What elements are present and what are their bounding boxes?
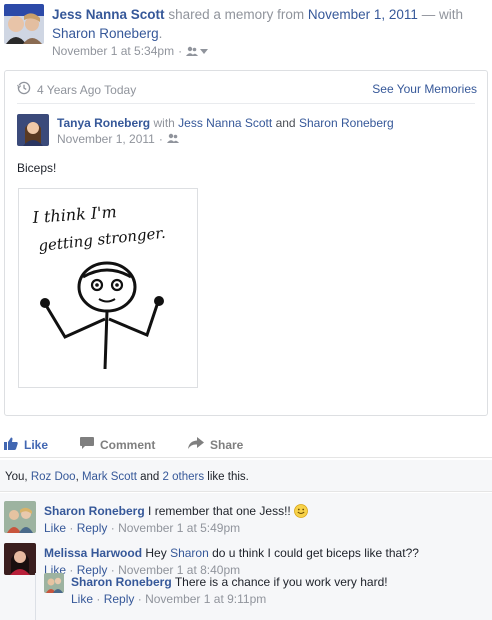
comment-label: Comment: [100, 437, 156, 452]
comment-body: Sharon Roneberg I remember that one Jess…: [44, 504, 309, 521]
comment-reply-link[interactable]: Reply: [77, 521, 108, 535]
author-name-link[interactable]: Jess Nanna Scott: [52, 7, 165, 22]
friends-icon[interactable]: [166, 132, 179, 146]
meta-dot: ·: [178, 44, 183, 58]
commenter-name-link[interactable]: Melissa Harwood: [44, 546, 142, 560]
tagged-person-link[interactable]: Sharon Roneberg: [52, 26, 159, 41]
comment-reply-link[interactable]: Reply: [104, 592, 135, 606]
comment-button[interactable]: Comment: [80, 437, 155, 452]
post-action-bar: Like Comment Share: [0, 430, 492, 458]
comment-item: Sharon Roneberg I remember that one Jess…: [4, 501, 488, 537]
liker-link[interactable]: Roz Doo: [31, 471, 76, 483]
original-post-date[interactable]: November 1, 2011: [57, 132, 155, 146]
caret-down-icon[interactable]: [200, 44, 209, 58]
thumbs-up-icon: [4, 437, 18, 453]
meta-dot: ·: [158, 132, 163, 146]
comment-text: do u think I could get biceps like that?…: [212, 546, 419, 560]
commenter-name-link[interactable]: Sharon Roneberg: [44, 504, 145, 518]
commenter-avatar[interactable]: [44, 573, 64, 593]
meta-dot: ·: [137, 592, 142, 606]
original-post-header: Tanya Roneberg with Jess Nanna Scott and…: [57, 116, 394, 130]
share-arrow-icon: [188, 437, 204, 452]
and-text: and: [140, 471, 160, 483]
comment-meta: Like · Reply · November 1 at 5:49pm: [44, 521, 240, 535]
reply-thread: Sharon Roneberg There is a chance if you…: [35, 573, 485, 620]
like-suffix: like this.: [207, 471, 249, 483]
memory-label: 4 Years Ago Today: [37, 82, 137, 97]
mention-link[interactable]: Sharon: [170, 546, 209, 560]
comment-timestamp[interactable]: November 1 at 9:11pm: [145, 592, 266, 606]
drawing-caption-line1: I think I'm: [31, 202, 117, 227]
comments-section: Sharon Roneberg I remember that one Jess…: [0, 493, 492, 620]
comment-text: Hey: [145, 546, 167, 560]
commenter-avatar[interactable]: [4, 501, 36, 533]
reply-meta: Like · Reply · November 1 at 9:11pm: [71, 592, 266, 606]
share-label: Share: [210, 437, 244, 452]
original-post-meta: November 1, 2011 ·: [57, 132, 179, 146]
comment-like-link[interactable]: Like: [44, 521, 66, 535]
share-button[interactable]: Share: [188, 437, 243, 452]
author-avatar[interactable]: [4, 4, 44, 44]
smile-emoji-icon: [294, 504, 309, 521]
comment-text: I remember that one Jess!!: [148, 504, 291, 518]
post-timestamp[interactable]: November 1 at 5:34pm: [52, 44, 174, 58]
drawing-caption-line2: getting stronger.: [38, 224, 167, 255]
with-text: with: [153, 116, 175, 130]
memory-date-link[interactable]: November 1, 2011: [308, 7, 418, 22]
and-text: and: [275, 116, 296, 130]
post-photo[interactable]: I think I'm getting stronger.: [18, 188, 198, 388]
like-button[interactable]: Like: [4, 437, 48, 453]
post-text: Biceps!: [17, 161, 57, 175]
post-header: Jess Nanna Scott shared a memory from No…: [4, 4, 488, 60]
meta-dot: ·: [110, 521, 115, 535]
clock-history-icon: [17, 81, 31, 98]
comment-like-link[interactable]: Like: [71, 592, 93, 606]
meta-dot: ·: [96, 592, 101, 606]
commenter-avatar[interactable]: [4, 543, 36, 575]
post-header-line: Jess Nanna Scott shared a memory from No…: [52, 6, 482, 24]
like-label: Like: [24, 438, 49, 452]
speech-bubble-icon: [80, 437, 94, 452]
with-text: — with: [421, 7, 463, 22]
original-author-avatar[interactable]: [17, 114, 49, 146]
see-your-memories-link[interactable]: See Your Memories: [372, 82, 477, 96]
tagged-person-link[interactable]: Sharon Roneberg: [299, 116, 394, 130]
divider: [17, 103, 475, 104]
friends-icon[interactable]: [186, 44, 209, 58]
tagged-person-link[interactable]: Jess Nanna Scott: [178, 116, 272, 130]
action-text: shared a memory from: [168, 7, 305, 22]
commenter-name-link[interactable]: Sharon Roneberg: [71, 575, 172, 589]
reply-body: Sharon Roneberg There is a chance if you…: [71, 575, 388, 589]
tagged-line: Sharon Roneberg.: [52, 25, 162, 43]
likes-summary: You, Roz Doo, Mark Scott and 2 others li…: [0, 460, 492, 492]
comma: ,: [75, 471, 79, 483]
memory-card-header: 4 Years Ago Today See Your Memories: [5, 71, 487, 105]
period-text: .: [158, 26, 163, 41]
original-author-link[interactable]: Tanya Roneberg: [57, 116, 150, 130]
comment-text: There is a chance if you work very hard!: [174, 575, 388, 589]
meta-dot: ·: [69, 521, 74, 535]
memory-card: 4 Years Ago Today See Your Memories Tany…: [4, 70, 488, 416]
comment-body: Melissa Harwood Hey Sharon do u think I …: [44, 546, 419, 560]
post-meta: November 1 at 5:34pm ·: [52, 44, 209, 58]
comment-timestamp[interactable]: November 1 at 5:49pm: [118, 521, 240, 535]
liker-link[interactable]: Mark Scott: [82, 471, 137, 483]
likes-you: You,: [5, 471, 28, 483]
others-likers-link[interactable]: 2 others: [163, 471, 205, 483]
